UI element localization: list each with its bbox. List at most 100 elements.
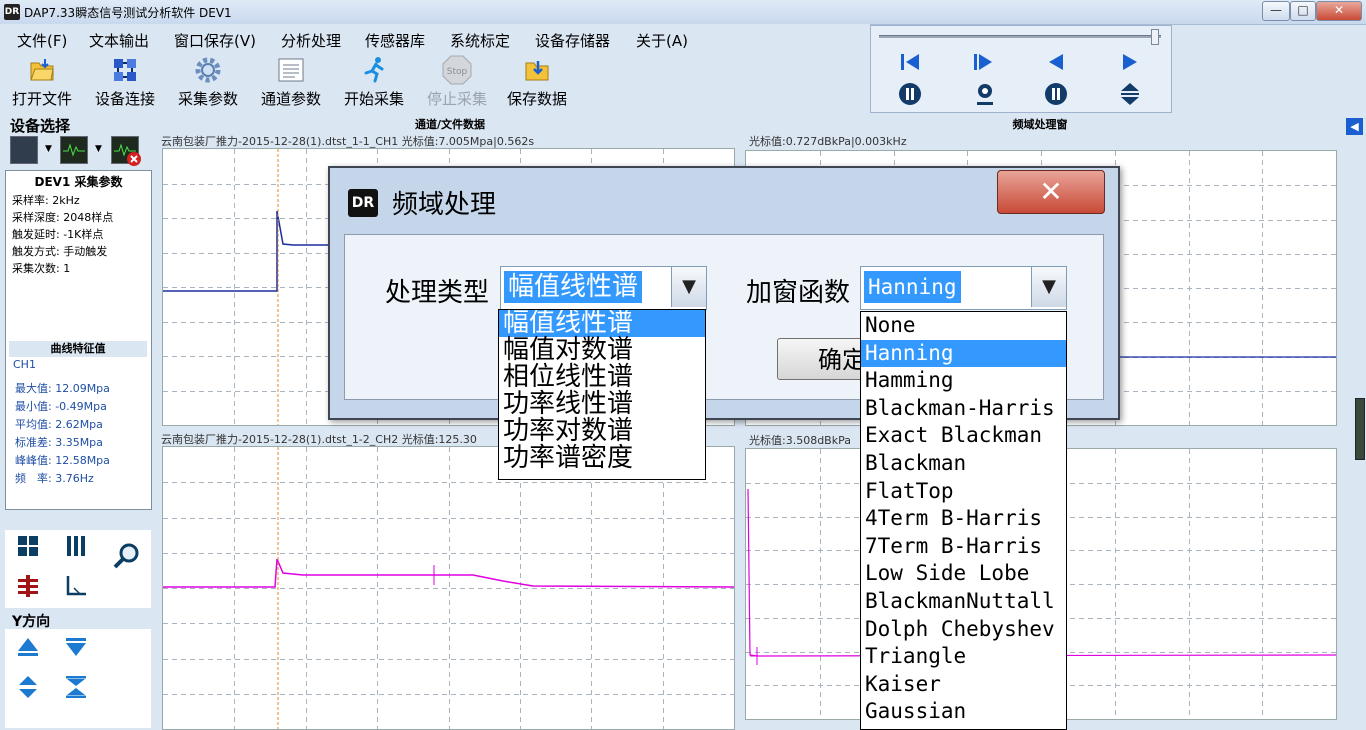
- dropdown-option[interactable]: 功率谱密度: [499, 445, 705, 472]
- dropdown-option[interactable]: 功率对数谱: [499, 418, 705, 445]
- play-reverse-icon[interactable]: [1043, 52, 1069, 78]
- menu-text-output[interactable]: 文本输出: [89, 30, 149, 51]
- dropdown-option[interactable]: Gaussian: [861, 698, 1066, 726]
- save-data-button[interactable]: 保存数据: [499, 56, 575, 108]
- minimize-button[interactable]: —: [1262, 1, 1290, 21]
- stop-sign-icon: Stop: [442, 55, 472, 85]
- ch1-cursor-info: 云南包装厂推力-2015-12-28(1).dtst_1-1_CH1 光标值:7…: [161, 135, 535, 148]
- dropdown-option[interactable]: None: [861, 312, 1066, 340]
- app-logo-icon: DR: [4, 4, 20, 20]
- window-function-label: 加窗函数: [746, 278, 851, 308]
- expand-vertical-icon[interactable]: [1117, 82, 1143, 108]
- channel-params-label: 通道参数: [260, 90, 321, 108]
- close-button[interactable]: ✕: [1316, 1, 1362, 21]
- stop-acquisition-button[interactable]: Stop 停止采集: [419, 55, 495, 108]
- ch2-plot[interactable]: [162, 446, 735, 730]
- fft2-cursor-info: 光标值:3.508dBkPa: [749, 434, 851, 447]
- feature-frequency: 频 率: 3.76Hz: [15, 472, 94, 485]
- start-acquisition-button[interactable]: 开始采集: [336, 56, 412, 108]
- menu-about[interactable]: 关于(A): [636, 30, 688, 51]
- dropdown-option[interactable]: 幅值线性谱: [499, 310, 705, 337]
- fft1-cursor-info: 光标值:0.727dBkPa|0.003kHz: [749, 135, 907, 148]
- dropdown-option[interactable]: Exact Blackman: [861, 422, 1066, 450]
- menu-system-calibration[interactable]: 系统标定: [450, 30, 510, 51]
- open-file-label: 打开文件: [11, 90, 72, 108]
- dropdown-option[interactable]: FlatTop: [861, 478, 1066, 506]
- dropdown-option[interactable]: Blackman: [861, 450, 1066, 478]
- ch2-cursor-marker[interactable]: [426, 565, 442, 585]
- running-man-icon: [359, 56, 389, 84]
- acquisition-params-label: 采集参数: [177, 90, 238, 108]
- processing-type-label: 处理类型: [385, 278, 490, 308]
- acquisition-params-button[interactable]: 采集参数: [170, 56, 246, 108]
- grid-icon[interactable]: [13, 534, 43, 564]
- axis-icon[interactable]: [61, 574, 91, 604]
- compress-y-icon[interactable]: [61, 675, 91, 705]
- menu-window-save[interactable]: 窗口保存(V): [174, 30, 256, 51]
- dropdown-option[interactable]: Hamming: [861, 367, 1066, 395]
- vertical-bars-icon[interactable]: [61, 534, 91, 564]
- processing-type-dropdown: 幅值线性谱 幅值对数谱 相位线性谱 功率线性谱 功率对数谱 功率谱密度: [498, 309, 706, 480]
- dropdown-option[interactable]: BlackmanNuttall: [861, 588, 1066, 616]
- feature-stddev: 标准差: 3.35Mpa: [15, 436, 103, 449]
- marker-pin-icon[interactable]: [972, 82, 998, 108]
- device-connect-button[interactable]: 设备连接: [87, 56, 163, 108]
- scroll-handle[interactable]: [1355, 398, 1365, 460]
- fft2-cursor-marker[interactable]: [750, 647, 764, 665]
- zoom-icon[interactable]: [111, 542, 141, 572]
- feature-channel: CH1: [13, 358, 36, 371]
- menu-file[interactable]: 文件(F): [17, 30, 67, 51]
- feature-max: 最大值: 12.09Mpa: [15, 382, 110, 395]
- disconnect-device-icon[interactable]: [111, 136, 141, 166]
- dropdown-option[interactable]: Kaiser: [861, 671, 1066, 699]
- dropdown-option[interactable]: Low Side Lobe: [861, 560, 1066, 588]
- scroll-up-icon[interactable]: [13, 635, 43, 665]
- dropdown-option[interactable]: Blackman-Harris: [861, 395, 1066, 423]
- menu-device-storage[interactable]: 设备存储器: [535, 30, 610, 51]
- device-connect-label: 设备连接: [94, 90, 155, 108]
- right-panel-header: 频域处理窗: [1012, 118, 1068, 131]
- skip-to-start-icon[interactable]: [897, 52, 923, 78]
- open-file-button[interactable]: 打开文件: [4, 56, 80, 108]
- ch2-trace: [163, 558, 734, 588]
- chevron-down-icon[interactable]: ▼: [45, 144, 52, 154]
- pause-icon[interactable]: [1043, 82, 1069, 108]
- dropdown-option[interactable]: Triangle: [861, 643, 1066, 671]
- playback-slider-track[interactable]: [879, 35, 1161, 38]
- pause-icon[interactable]: [897, 82, 923, 108]
- dialog-close-button[interactable]: ✕: [997, 170, 1105, 214]
- gear-icon: [193, 56, 223, 84]
- dropdown-option[interactable]: 相位线性谱: [499, 364, 705, 391]
- dropdown-option[interactable]: 幅值对数谱: [499, 337, 705, 364]
- collapse-panel-icon[interactable]: ◀: [1346, 118, 1363, 135]
- device-select-label: 设备选择: [10, 117, 71, 135]
- chevron-down-icon[interactable]: ▼: [1031, 267, 1066, 307]
- channel-params-button[interactable]: 通道参数: [253, 56, 329, 108]
- menu-sensor-library[interactable]: 传感器库: [365, 30, 425, 51]
- device-icon[interactable]: [10, 136, 38, 164]
- play-icon[interactable]: [1117, 52, 1143, 78]
- scroll-down-icon[interactable]: [61, 635, 91, 665]
- save-data-label: 保存数据: [506, 90, 567, 108]
- param-trigger-delay: 触发延时: -1K样点: [12, 228, 104, 241]
- window-function-combo[interactable]: Hanning ▼: [860, 266, 1067, 310]
- feature-mean: 平均值: 2.62Mpa: [15, 418, 103, 431]
- horizontal-split-icon[interactable]: [13, 574, 43, 604]
- dropdown-option[interactable]: Hanning: [861, 339, 1066, 368]
- waveform-icon[interactable]: [60, 136, 88, 164]
- chevron-down-icon[interactable]: ▼: [95, 144, 102, 154]
- step-forward-icon[interactable]: [970, 52, 996, 78]
- dropdown-option[interactable]: Dolph Chebyshev: [861, 616, 1066, 644]
- dropdown-option[interactable]: 功率线性谱: [499, 391, 705, 418]
- menu-analysis[interactable]: 分析处理: [281, 30, 341, 51]
- acquisition-params-box: DEV1 采集参数 采样率: 2kHz 采样深度: 2048样点 触发延时: -…: [5, 170, 152, 510]
- processing-type-combo[interactable]: 幅值线性谱 ▼: [500, 266, 707, 310]
- window-function-dropdown: None Hanning Hamming Blackman-Harris Exa…: [860, 311, 1067, 730]
- chevron-down-icon[interactable]: ▼: [671, 267, 706, 307]
- dropdown-option[interactable]: 7Term B-Harris: [861, 533, 1066, 561]
- dropdown-option[interactable]: 4Term B-Harris: [861, 505, 1066, 533]
- start-acquisition-label: 开始采集: [343, 90, 404, 108]
- expand-y-icon[interactable]: [13, 675, 43, 705]
- maximize-button[interactable]: □: [1290, 1, 1316, 21]
- playback-slider-thumb[interactable]: [1151, 29, 1159, 45]
